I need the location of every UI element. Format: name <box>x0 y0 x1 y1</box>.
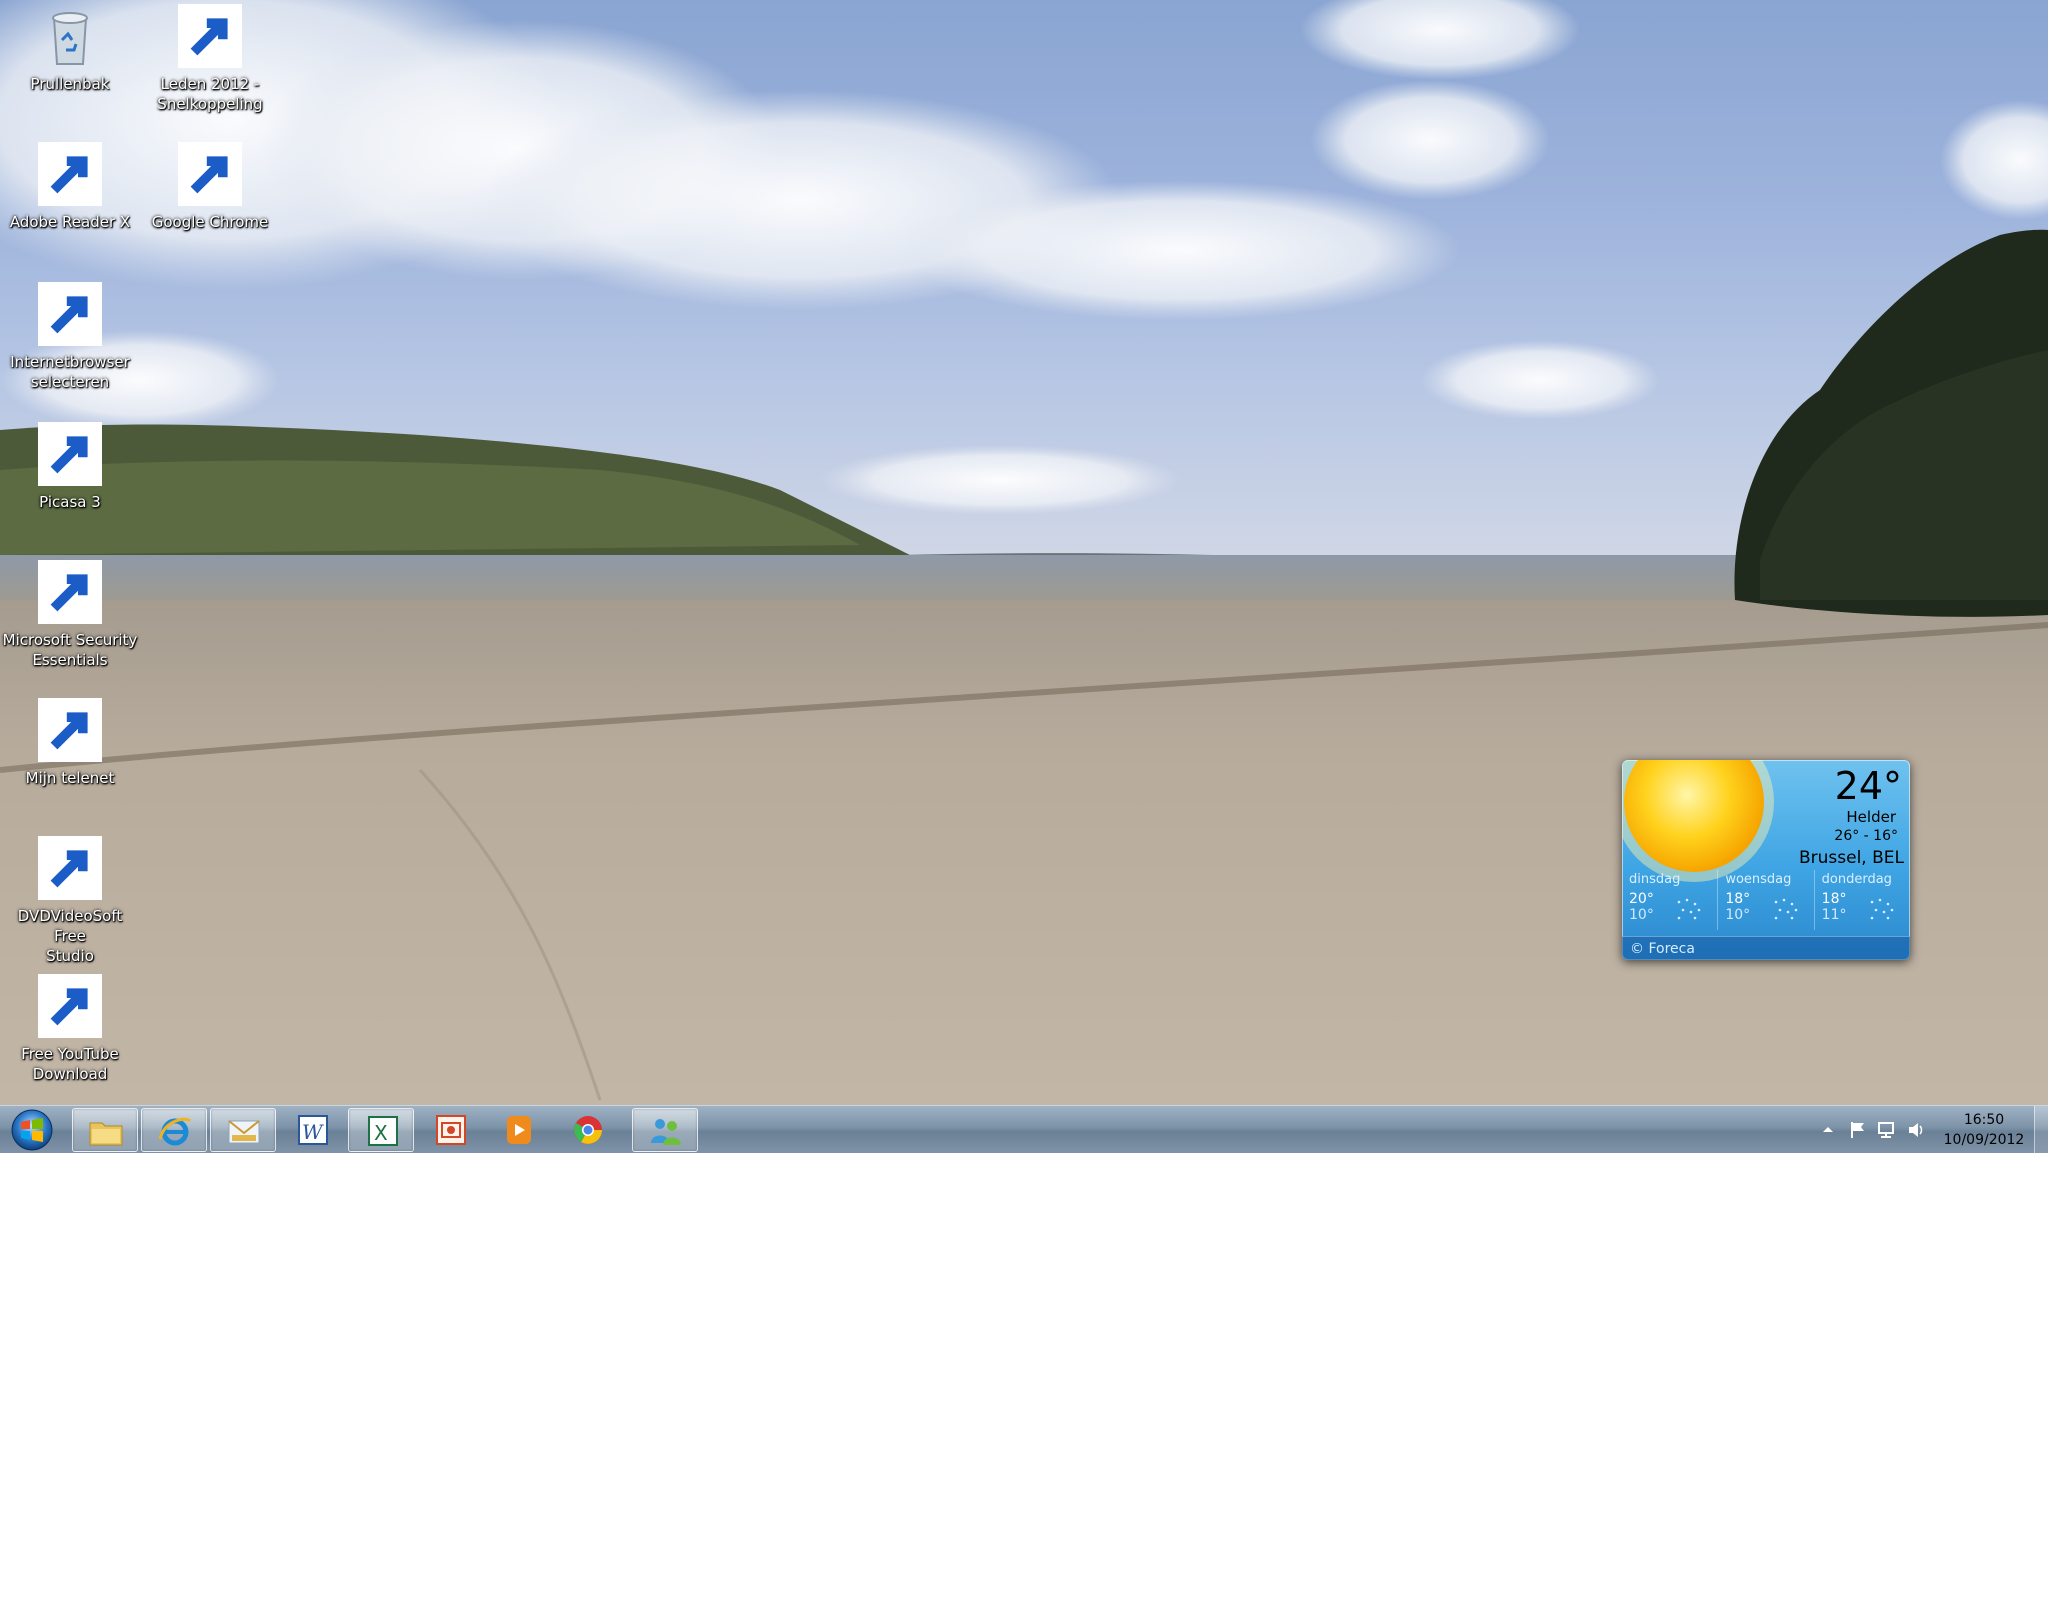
desktop-icon-picasa[interactable]: Picasa 3 <box>0 422 140 512</box>
clock-time: 16:50 <box>1963 1112 2005 1128</box>
windows-start-orb-icon <box>11 1109 53 1151</box>
svg-text:W: W <box>302 1120 324 1144</box>
clock-date: 10/09/2012 <box>1943 1132 2025 1148</box>
temperature-range: 26° - 16° <box>1834 828 1898 844</box>
media-player-icon <box>507 1116 531 1144</box>
desktop-icon-label: DVDVideoSoft Free Studio <box>17 907 123 965</box>
svg-text:X: X <box>374 1121 388 1145</box>
internet-explorer-icon <box>158 1117 192 1146</box>
shortcut-arrow-icon <box>178 4 242 68</box>
forecast-day-name: dinsdag <box>1629 872 1681 887</box>
windows-explorer-icon <box>89 1122 123 1146</box>
shortcut-arrow-icon <box>38 422 102 486</box>
desktop-icon-mijn-telenet[interactable]: Mijn telenet <box>0 698 140 788</box>
powerpoint-icon <box>436 1115 466 1145</box>
desktop-icon-dvdvideosoft[interactable]: DVDVideoSoft Free Studio <box>0 836 140 966</box>
desktop-icon-security-essentials[interactable]: Microsoft Security Essentials <box>0 560 140 670</box>
current-temperature: 24° <box>1834 764 1902 808</box>
desktop-icon-google-chrome[interactable]: Google Chrome <box>140 142 280 232</box>
shortcut-arrow-icon <box>38 560 102 624</box>
shortcut-arrow-icon <box>38 698 102 762</box>
show-desktop-button[interactable] <box>2034 1106 2048 1154</box>
show-hidden-icons-icon[interactable] <box>1818 1120 1838 1140</box>
taskbar-button-windows-mail[interactable] <box>210 1108 276 1152</box>
weather-provider-link[interactable]: © Foreca <box>1622 936 1910 960</box>
taskbar-button-word[interactable]: W <box>279 1108 345 1152</box>
weather-condition: Helder <box>1846 808 1896 826</box>
shortcut-arrow-icon <box>38 836 102 900</box>
system-clock[interactable]: 16:50 10/09/2012 <box>1942 1110 2026 1150</box>
forecast-day: dinsdag 20° 10° <box>1622 870 1719 930</box>
desktop-icon-label: Google Chrome <box>151 213 269 231</box>
network-icon[interactable] <box>1876 1120 1896 1140</box>
windows-mail-icon <box>228 1120 260 1144</box>
recycle-bin-icon <box>52 12 88 65</box>
desktop: Prullenbak X Leden 2012 - Snelkoppeling … <box>0 0 2048 1105</box>
rain-icon <box>1678 898 1701 920</box>
desktop-icon-internetbrowser-selecteren[interactable]: Internetbrowser selecteren <box>0 282 140 392</box>
desktop-icon-label: Internetbrowser selecteren <box>10 353 130 391</box>
taskbar-button-powerpoint[interactable] <box>417 1108 483 1152</box>
desktop-icon-label: Mijn telenet <box>25 769 115 787</box>
taskbar-button-excel[interactable]: X <box>348 1108 414 1152</box>
taskbar: W X 16:50 10/09/2012 <box>0 1105 2048 1154</box>
rain-icon <box>1870 898 1894 920</box>
taskbar-button-media-player[interactable] <box>486 1108 552 1152</box>
taskbar-button-internet-explorer[interactable] <box>141 1108 207 1152</box>
forecast-row: dinsdag 20° 10° woensdag 18° 10° donderd… <box>1622 870 1910 930</box>
start-button[interactable] <box>6 1108 58 1152</box>
messenger-icon <box>651 1119 681 1145</box>
chrome-icon <box>574 1116 602 1144</box>
excel-icon: X <box>368 1116 398 1146</box>
rain-icon <box>1774 898 1797 920</box>
desktop-icon-prullenbak[interactable]: Prullenbak <box>0 4 140 94</box>
desktop-icon-label: Microsoft Security Essentials <box>2 631 138 669</box>
desktop-icon-adobe-reader[interactable]: Adobe Reader X <box>0 142 140 232</box>
taskbar-button-messenger[interactable] <box>632 1108 698 1152</box>
shortcut-arrow-icon <box>38 142 102 206</box>
desktop-icon-label: Adobe Reader X <box>9 213 131 231</box>
forecast-day: woensdag 18° 10° <box>1718 870 1815 930</box>
desktop-icon-free-youtube-download[interactable]: Free YouTube Download <box>0 974 140 1084</box>
action-center-flag-icon[interactable] <box>1848 1120 1868 1140</box>
word-icon: W <box>298 1115 328 1145</box>
desktop-icon-leden-2012[interactable]: X Leden 2012 - Snelkoppeling <box>140 4 280 114</box>
desktop-icon-label: Picasa 3 <box>39 493 101 511</box>
desktop-icon-label: Prullenbak <box>30 75 110 93</box>
shortcut-arrow-icon <box>178 142 242 206</box>
forecast-day-name: woensdag <box>1725 872 1792 887</box>
forecast-day: donderdag 18° 11° <box>1815 870 1910 930</box>
desktop-icon-label: Leden 2012 - Snelkoppeling <box>157 75 263 113</box>
shortcut-arrow-icon <box>38 282 102 346</box>
weather-gadget[interactable]: 24° Helder 26° - 16° Brussel, BEL dinsda… <box>1622 760 1910 960</box>
weather-location: Brussel, BEL <box>1798 848 1904 868</box>
shortcut-arrow-icon <box>38 974 102 1038</box>
volume-icon[interactable] <box>1906 1120 1926 1140</box>
taskbar-button-windows-explorer[interactable] <box>72 1108 138 1152</box>
taskbar-button-chrome[interactable] <box>555 1108 621 1152</box>
desktop-icon-label: Free YouTube Download <box>21 1045 119 1083</box>
forecast-day-name: donderdag <box>1821 872 1892 887</box>
